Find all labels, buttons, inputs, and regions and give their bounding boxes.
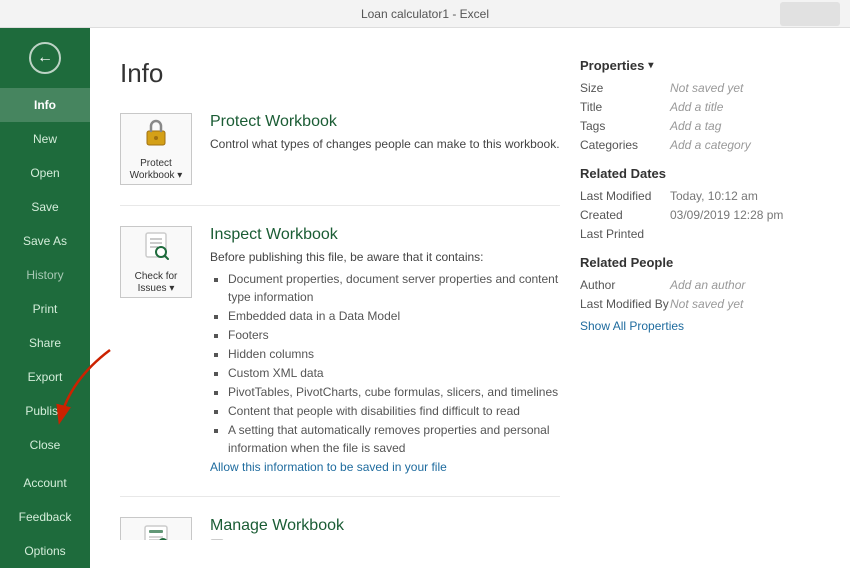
prop-categories-row: Categories Add a category — [580, 138, 820, 152]
prop-categories-label: Categories — [580, 138, 670, 152]
sidebar-item-publish[interactable]: Publish — [0, 394, 90, 428]
prop-author-label: Author — [580, 278, 670, 292]
sidebar-item-share[interactable]: Share — [0, 326, 90, 360]
sidebar-item-info[interactable]: Info — [0, 88, 90, 122]
prop-size-value: Not saved yet — [670, 81, 743, 95]
inspect-workbook-content: Inspect Workbook Before publishing this … — [210, 226, 560, 476]
manage-workbook-title: Manage Workbook — [210, 517, 560, 535]
sidebar-item-history[interactable]: History — [0, 258, 90, 292]
protect-workbook-content: Protect Workbook Control what types of c… — [210, 113, 560, 153]
prop-tags-value[interactable]: Add a tag — [670, 119, 721, 133]
prop-title-label: Title — [580, 100, 670, 114]
related-dates-title: Related Dates — [580, 166, 820, 181]
user-avatar — [780, 2, 840, 26]
sidebar-item-options[interactable]: Options — [0, 534, 90, 568]
sidebar-item-save-as[interactable]: Save As — [0, 224, 90, 258]
page-title: Info — [120, 58, 560, 89]
sidebar-item-save[interactable]: Save — [0, 190, 90, 224]
inspect-workbook-button[interactable]: Check forIssues ▾ — [120, 226, 192, 298]
titlebar-text: Loan calculator1 - Excel — [361, 7, 489, 21]
prop-size-label: Size — [580, 81, 670, 95]
protect-workbook-desc: Control what types of changes people can… — [210, 135, 560, 153]
manage-icon — [141, 521, 171, 541]
prop-last-modified-row: Last Modified Today, 10:12 am — [580, 189, 820, 203]
prop-last-printed-label: Last Printed — [580, 227, 670, 241]
sidebar: ← Info New Open Save Save As History Pri… — [0, 28, 90, 568]
inspect-item: Custom XML data — [228, 364, 560, 382]
properties-title: Properties ▾ — [580, 58, 820, 73]
prop-created-value: 03/09/2019 12:28 pm — [670, 208, 783, 222]
sidebar-item-close[interactable]: Close — [0, 428, 90, 462]
inspect-item: PivotTables, PivotCharts, cube formulas,… — [228, 383, 560, 401]
prop-tags-row: Tags Add a tag — [580, 119, 820, 133]
prop-author-row: Author Add an author — [580, 278, 820, 292]
prop-last-printed-row: Last Printed — [580, 227, 820, 241]
manage-workbook-section: ManageWorkbook ▾ Manage Workbook ≡ There… — [120, 517, 560, 540]
prop-title-value[interactable]: Add a title — [670, 100, 723, 114]
protect-workbook-title: Protect Workbook — [210, 113, 560, 131]
check-issues-label: Check forIssues ▾ — [135, 271, 178, 295]
allow-info-link[interactable]: Allow this information to be saved in yo… — [210, 460, 447, 474]
inspect-item: Footers — [228, 326, 560, 344]
prop-last-modified-by-label: Last Modified By — [580, 297, 670, 311]
prop-size-row: Size Not saved yet — [580, 81, 820, 95]
sidebar-item-new[interactable]: New — [0, 122, 90, 156]
show-all-properties-link[interactable]: Show All Properties — [580, 319, 820, 333]
inspect-item: Document properties, document server pro… — [228, 270, 560, 306]
inspect-workbook-desc: Before publishing this file, be aware th… — [210, 248, 560, 476]
prop-created-row: Created 03/09/2019 12:28 pm — [580, 208, 820, 222]
prop-last-modified-by-row: Last Modified By Not saved yet — [580, 297, 820, 311]
inspect-items-list: Document properties, document server pro… — [210, 270, 560, 457]
prop-last-modified-label: Last Modified — [580, 189, 670, 203]
manage-workbook-button[interactable]: ManageWorkbook ▾ — [120, 517, 192, 540]
manage-workbook-content: Manage Workbook ≡ There are no unsaved c… — [210, 517, 560, 540]
prop-last-modified-value: Today, 10:12 am — [670, 189, 758, 203]
protect-workbook-label: ProtectWorkbook ▾ — [130, 158, 183, 182]
prop-title-row: Title Add a title — [580, 100, 820, 114]
inspect-item: A setting that automatically removes pro… — [228, 421, 560, 457]
sidebar-item-feedback[interactable]: Feedback — [0, 500, 90, 534]
inspect-workbook-title: Inspect Workbook — [210, 226, 560, 244]
lock-icon — [142, 117, 170, 154]
prop-author-value[interactable]: Add an author — [670, 278, 745, 292]
protect-workbook-section: ProtectWorkbook ▾ Protect Workbook Contr… — [120, 113, 560, 185]
back-button[interactable]: ← — [0, 28, 90, 88]
titlebar: Loan calculator1 - Excel — [0, 0, 850, 28]
inspect-item: Hidden columns — [228, 345, 560, 363]
prop-categories-value[interactable]: Add a category — [670, 138, 751, 152]
sidebar-item-open[interactable]: Open — [0, 156, 90, 190]
prop-tags-label: Tags — [580, 119, 670, 133]
inspect-icon — [141, 230, 171, 267]
inspect-item: Content that people with disabilities fi… — [228, 402, 560, 420]
sidebar-item-export[interactable]: Export — [0, 360, 90, 394]
back-circle-icon[interactable]: ← — [29, 42, 61, 74]
inspect-workbook-section: Check forIssues ▾ Inspect Workbook Befor… — [120, 226, 560, 476]
inspect-item: Embedded data in a Data Model — [228, 307, 560, 325]
prop-last-modified-by-value: Not saved yet — [670, 297, 743, 311]
properties-panel: Properties ▾ Size Not saved yet Title Ad… — [560, 58, 820, 333]
sidebar-item-account[interactable]: Account — [0, 466, 90, 500]
sidebar-item-print[interactable]: Print — [0, 292, 90, 326]
related-people-title: Related People — [580, 255, 820, 270]
protect-workbook-button[interactable]: ProtectWorkbook ▾ — [120, 113, 192, 185]
prop-created-label: Created — [580, 208, 670, 222]
main-content: Info ProtectWorkbook ▾ — [90, 28, 850, 540]
